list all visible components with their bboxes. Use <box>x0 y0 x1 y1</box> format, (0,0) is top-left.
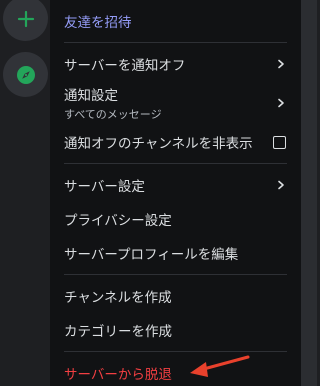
notification-settings-item[interactable]: 通知設定 すべてのメッセージ <box>58 81 293 125</box>
explore-servers-button[interactable] <box>3 52 48 97</box>
invite-friends-label: 友達を招待 <box>64 15 132 31</box>
chevron-right-icon <box>275 97 287 109</box>
create-category-item[interactable]: カテゴリーを作成 <box>58 313 293 347</box>
server-settings-label: サーバー設定 <box>64 179 145 195</box>
add-server-button[interactable] <box>3 0 48 41</box>
notification-settings-label: 通知設定 <box>64 88 118 104</box>
mute-server-item[interactable]: サーバーを通知オフ <box>58 47 293 81</box>
plus-icon <box>17 10 34 27</box>
create-category-label: カテゴリーを作成 <box>64 324 172 340</box>
edit-server-profile-label: サーバープロフィールを編集 <box>64 247 239 263</box>
menu-divider <box>64 351 287 352</box>
server-settings-item[interactable]: サーバー設定 <box>58 168 293 202</box>
privacy-settings-label: プライバシー設定 <box>64 213 172 229</box>
menu-divider <box>64 42 287 43</box>
menu-divider <box>64 163 287 164</box>
create-channel-label: チャンネルを作成 <box>64 290 172 306</box>
annotation-arrow-icon <box>190 355 250 377</box>
menu-divider <box>64 274 287 275</box>
hide-muted-channels-label: 通知オフのチャンネルを非表示 <box>64 136 253 152</box>
leave-server-label: サーバーから脱退 <box>64 367 172 383</box>
chevron-right-icon <box>275 179 287 191</box>
notification-settings-sublabel: すべてのメッセージ <box>64 108 162 121</box>
checkbox-unchecked-icon[interactable] <box>273 135 286 149</box>
privacy-settings-item[interactable]: プライバシー設定 <box>58 202 293 236</box>
create-channel-item[interactable]: チャンネルを作成 <box>58 279 293 313</box>
chevron-right-icon <box>275 58 287 70</box>
channel-area-edge <box>300 0 317 386</box>
edit-server-profile-item[interactable]: サーバープロフィールを編集 <box>58 236 293 270</box>
server-context-menu: 友達を招待 サーバーを通知オフ 通知設定 すべてのメッセージ 通知オフのチャンネ… <box>50 0 301 386</box>
invite-friends-item[interactable]: 友達を招待 <box>58 4 293 38</box>
leave-server-item[interactable]: サーバーから脱退 <box>58 356 293 386</box>
compass-icon <box>16 65 35 84</box>
hide-muted-channels-item[interactable]: 通知オフのチャンネルを非表示 <box>58 125 293 159</box>
server-rail <box>0 0 50 386</box>
app-root: 友達を招待 サーバーを通知オフ 通知設定 すべてのメッセージ 通知オフのチャンネ… <box>0 0 317 386</box>
mute-server-label: サーバーを通知オフ <box>64 58 186 74</box>
